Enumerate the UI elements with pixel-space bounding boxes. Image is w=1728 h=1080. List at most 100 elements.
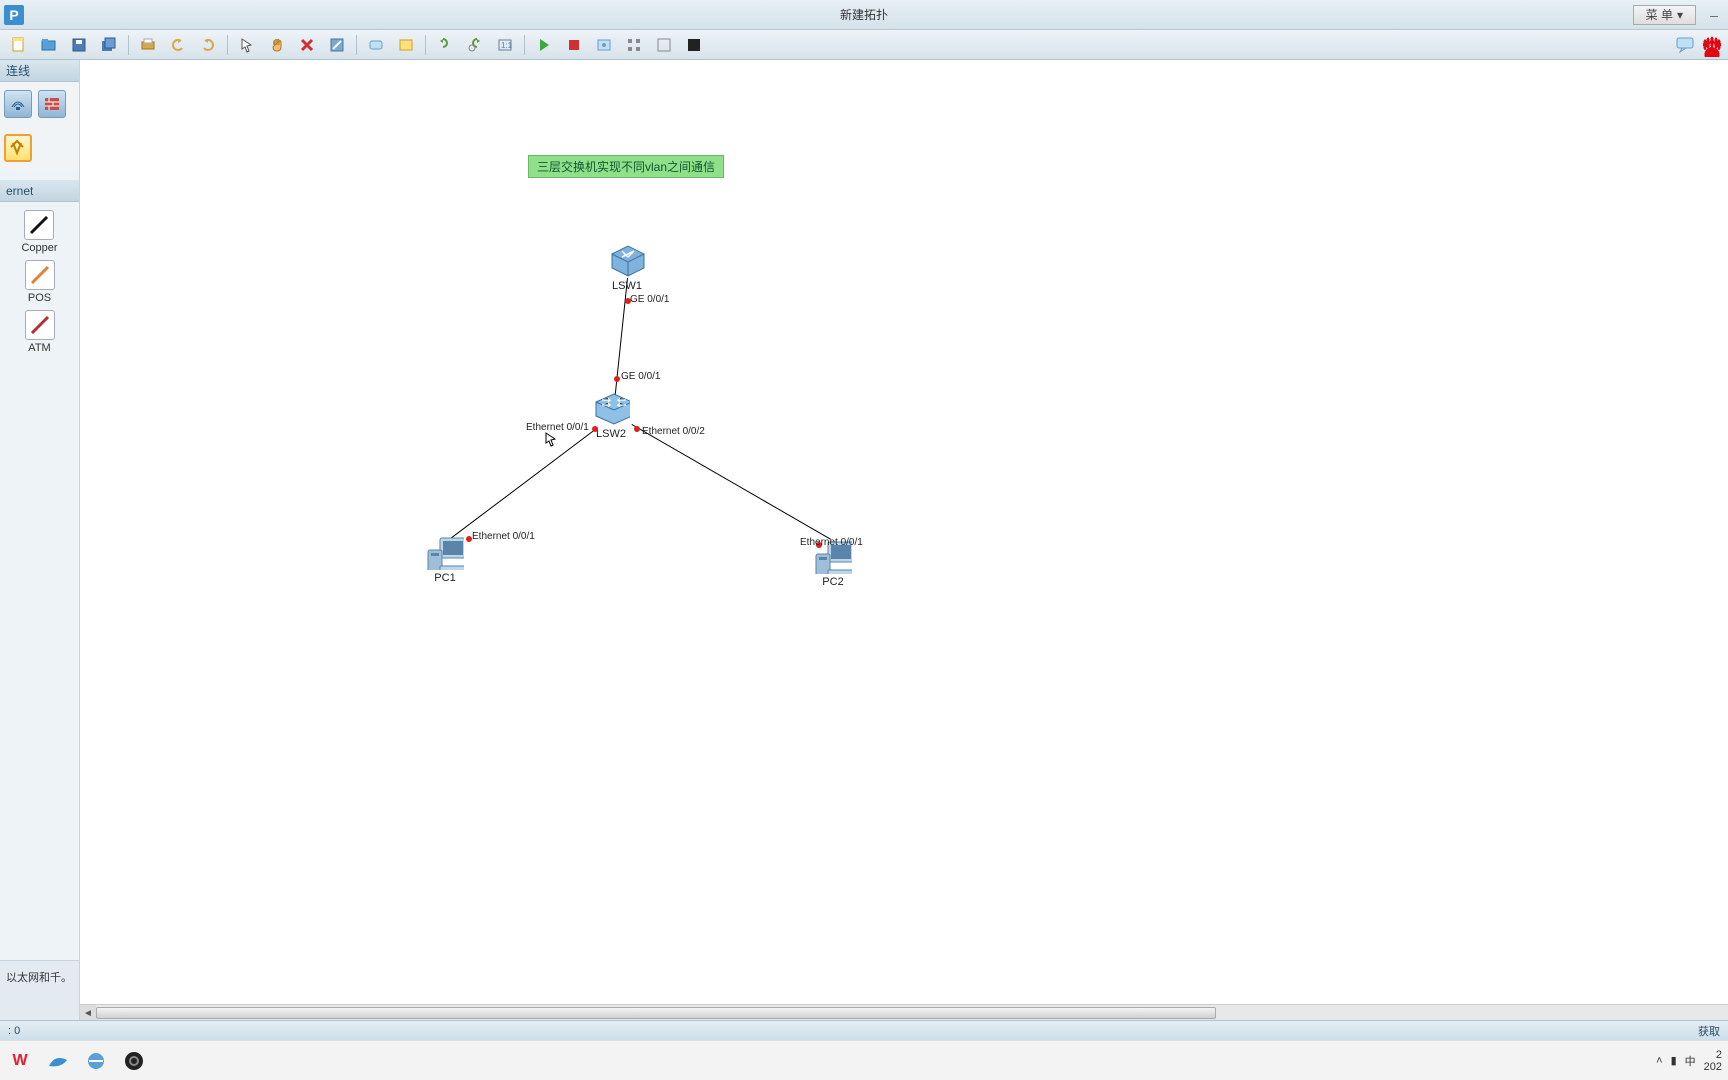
cable-label: Copper bbox=[21, 242, 57, 254]
app-logo: P bbox=[4, 5, 24, 25]
window-title: 新建拓扑 bbox=[840, 6, 888, 23]
canvas-horizontal-scrollbar[interactable]: ◄ bbox=[80, 1004, 1728, 1020]
title-right-group: 菜 单 ▾ – bbox=[1633, 0, 1728, 29]
node-label: PC2 bbox=[814, 576, 852, 588]
menu-label: 菜 单 bbox=[1646, 6, 1673, 23]
node-label: LSW1 bbox=[608, 280, 646, 292]
port-label-pc1-e001: Ethernet 0/0/1 bbox=[472, 531, 535, 542]
link-lsw2-pc2[interactable] bbox=[632, 424, 832, 540]
save-button[interactable] bbox=[66, 33, 92, 57]
toolbar-right bbox=[1670, 33, 1724, 57]
tray-battery-icon[interactable]: ▮ bbox=[1671, 1054, 1677, 1067]
tray-time-top: 2 bbox=[1704, 1049, 1722, 1061]
main-toolbar: 1:1 bbox=[0, 30, 1728, 60]
toolbar-separator bbox=[227, 35, 228, 55]
port-label-lsw1-ge001: GE 0/0/1 bbox=[630, 294, 669, 305]
palette-icon-row-2 bbox=[0, 126, 79, 170]
status-bar: : 0 获取 bbox=[0, 1020, 1728, 1040]
zoom-out-button[interactable] bbox=[462, 33, 488, 57]
palette-header: 连线 bbox=[0, 60, 79, 82]
tray-time-bottom: 202 bbox=[1704, 1061, 1722, 1073]
start-devices-button[interactable] bbox=[531, 33, 557, 57]
open-file-button[interactable] bbox=[36, 33, 62, 57]
wireless-ap-icon[interactable] bbox=[4, 90, 32, 118]
print-button[interactable] bbox=[135, 33, 161, 57]
port-dot bbox=[634, 426, 640, 432]
chevron-down-icon: ▾ bbox=[1677, 8, 1683, 22]
rect-note-tool[interactable] bbox=[393, 33, 419, 57]
port-dot bbox=[614, 376, 620, 382]
scroll-left-arrow-icon[interactable]: ◄ bbox=[80, 1005, 96, 1020]
tray-clock[interactable]: 2 202 bbox=[1704, 1049, 1722, 1073]
system-tray: ˄ ▮ 中 2 202 bbox=[1656, 1049, 1722, 1073]
taskbar-app-feishu[interactable] bbox=[44, 1047, 72, 1075]
palette-icon-row bbox=[0, 82, 79, 126]
stop-devices-button[interactable] bbox=[561, 33, 587, 57]
windows-taskbar: W ˄ ▮ 中 2 202 bbox=[0, 1040, 1728, 1080]
cable-label: ATM bbox=[28, 342, 50, 354]
auto-cable-icon[interactable] bbox=[4, 134, 32, 162]
node-lsw1[interactable]: LSW1 bbox=[608, 244, 646, 292]
delete-tool[interactable] bbox=[294, 33, 320, 57]
cable-label: POS bbox=[28, 292, 51, 304]
canvas-inner: 三层交换机实现不同vlan之间通信 LSW1 bbox=[80, 60, 1728, 960]
topology-canvas[interactable]: 三层交换机实现不同vlan之间通信 LSW1 bbox=[80, 60, 1728, 1020]
l3-switch-icon bbox=[608, 244, 646, 278]
fit-view-button[interactable]: 1:1 bbox=[492, 33, 518, 57]
toolbar-separator bbox=[524, 35, 525, 55]
cable-copper[interactable]: Copper bbox=[21, 210, 57, 254]
capture-button[interactable] bbox=[591, 33, 617, 57]
node-pc1[interactable]: PC1 bbox=[426, 536, 464, 584]
scroll-thumb[interactable] bbox=[96, 1007, 1216, 1019]
save-all-button[interactable] bbox=[96, 33, 122, 57]
node-lsw2[interactable]: LSW2 bbox=[592, 392, 630, 440]
dark-mode-button[interactable] bbox=[681, 33, 707, 57]
canvas-note[interactable]: 三层交换机实现不同vlan之间通信 bbox=[528, 155, 724, 178]
atm-icon bbox=[25, 310, 55, 340]
pos-icon bbox=[25, 260, 55, 290]
undo-button[interactable] bbox=[165, 33, 191, 57]
pan-tool[interactable] bbox=[264, 33, 290, 57]
main-area: 连线 ernet Copper POS bbox=[0, 60, 1728, 1020]
tray-ime-indicator[interactable]: 中 bbox=[1685, 1053, 1696, 1069]
redo-button[interactable] bbox=[195, 33, 221, 57]
taskbar-app-wps[interactable]: W bbox=[6, 1047, 34, 1075]
copper-icon bbox=[24, 210, 54, 240]
title-bar: P 新建拓扑 菜 单 ▾ – bbox=[0, 0, 1728, 30]
properties-tool[interactable] bbox=[324, 33, 350, 57]
link-lsw2-pc1[interactable] bbox=[446, 427, 598, 542]
firewall-icon[interactable] bbox=[38, 90, 66, 118]
palette-spacer: ernet Copper POS ATM bbox=[0, 170, 79, 960]
toolbar-separator bbox=[128, 35, 129, 55]
port-dot bbox=[592, 426, 598, 432]
taskbar-app-ensp[interactable] bbox=[82, 1047, 110, 1075]
chat-icon[interactable] bbox=[1672, 33, 1698, 57]
tray-chevron-up-icon[interactable]: ˄ bbox=[1656, 1055, 1662, 1067]
pc-icon bbox=[426, 536, 464, 570]
cable-category-header: ernet bbox=[0, 180, 79, 202]
pointer-tool[interactable] bbox=[234, 33, 260, 57]
cable-atm[interactable]: ATM bbox=[25, 310, 55, 354]
status-right: 获取 bbox=[1698, 1023, 1720, 1039]
taskbar-app-obs[interactable] bbox=[120, 1047, 148, 1075]
node-label: PC1 bbox=[426, 572, 464, 584]
status-left: : 0 bbox=[8, 1025, 20, 1037]
main-menu-button[interactable]: 菜 单 ▾ bbox=[1633, 5, 1696, 25]
cursor-icon bbox=[545, 432, 557, 448]
minimize-button[interactable]: – bbox=[1700, 0, 1728, 29]
palette-description: 以太网和千。 bbox=[0, 960, 79, 1020]
device-palette: 连线 ernet Copper POS bbox=[0, 60, 80, 1020]
grid-toggle-button[interactable] bbox=[651, 33, 677, 57]
new-file-button[interactable] bbox=[6, 33, 32, 57]
port-label-lsw2-e001: Ethernet 0/0/1 bbox=[526, 422, 589, 433]
port-label-lsw2-e002: Ethernet 0/0/2 bbox=[642, 426, 705, 437]
port-label-lsw2-ge001: GE 0/0/1 bbox=[621, 371, 660, 382]
toolbar-separator bbox=[356, 35, 357, 55]
align-button[interactable] bbox=[621, 33, 647, 57]
svg-text:1:1: 1:1 bbox=[501, 41, 513, 50]
zoom-in-button[interactable] bbox=[432, 33, 458, 57]
huawei-logo-icon bbox=[1700, 33, 1724, 57]
cable-list: Copper POS ATM bbox=[0, 202, 79, 362]
text-note-tool[interactable] bbox=[363, 33, 389, 57]
cable-pos[interactable]: POS bbox=[25, 260, 55, 304]
